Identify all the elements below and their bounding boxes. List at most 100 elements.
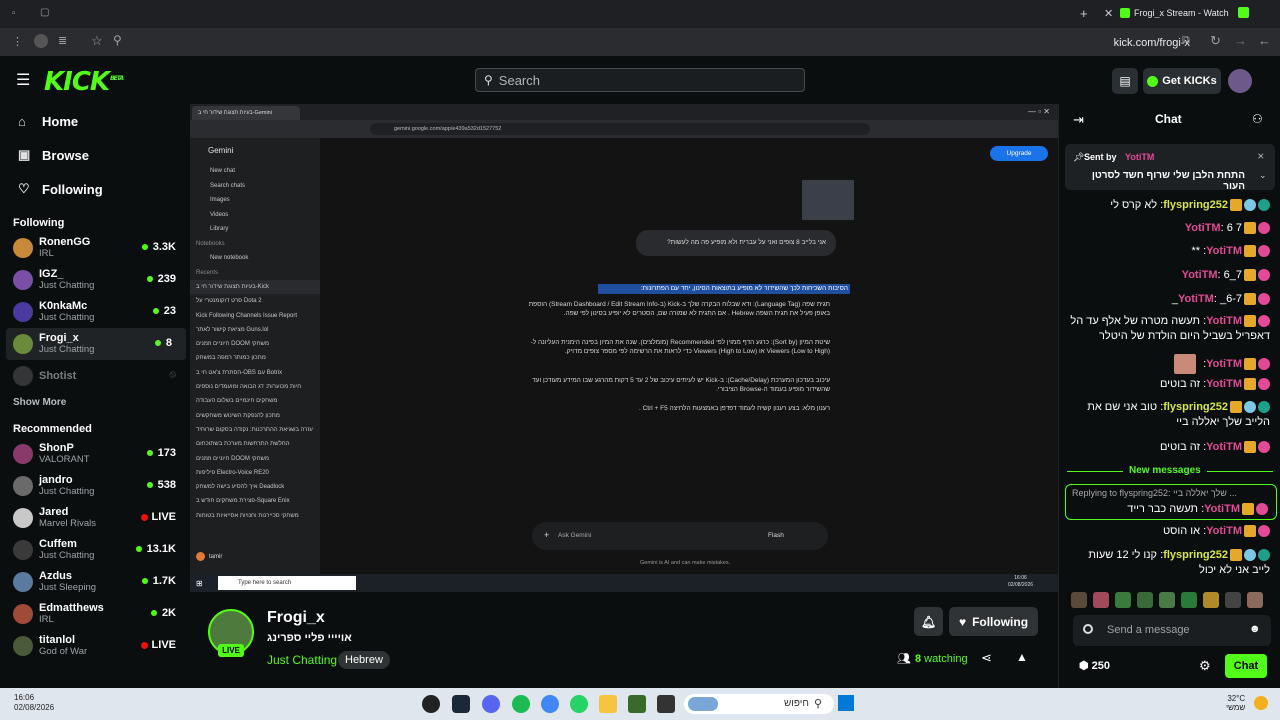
gemini-recent-item: משחקי סכיירנות וחנויות אסייאיות בטוחות — [196, 512, 299, 519]
hamburger-menu-icon[interactable]: ☰ — [16, 70, 30, 90]
report-icon[interactable]: ▲ — [1016, 650, 1028, 664]
spotify-icon[interactable] — [512, 695, 530, 713]
collapse-chat-icon[interactable]: ⇥ — [1073, 112, 1084, 128]
stream-category[interactable]: Just Chatting — [267, 653, 337, 667]
profile-icon[interactable] — [34, 34, 48, 48]
crown-badge-icon — [1244, 315, 1256, 328]
pink-badge-icon — [1258, 315, 1270, 328]
whatsapp-icon[interactable] — [570, 695, 588, 713]
streamer-name[interactable]: Frogi_x — [267, 609, 325, 627]
url-text[interactable]: kick.com/frogi-x — [1114, 37, 1190, 49]
chat-message[interactable]: YotiTM: זה בוטים — [1070, 440, 1270, 455]
kick-header: ☰ KICKBETA ⚲ Search ▤ Get KICKs — [0, 56, 1280, 104]
recommended-channel[interactable]: Jared Marvel Rivals LIVE — [0, 502, 190, 534]
channel-avatar — [13, 366, 33, 386]
menu-dots-icon[interactable]: ⋮ — [12, 35, 23, 48]
inner-taskbar: ⊞ Type here to search 16:06 02/08/2026 — [190, 574, 1058, 592]
chat-message[interactable]: YotiTM: 6_7 — [1070, 268, 1270, 283]
crown-badge-icon — [1244, 525, 1256, 538]
chat-message[interactable]: YotiTM: תעשה מטרה של אלף עד הל דאפריל בש… — [1070, 314, 1270, 344]
windows-search[interactable]: חיפוש ⚲ — [684, 694, 834, 714]
chat-settings-icon[interactable]: ⚙ — [1199, 658, 1211, 674]
zoom-icon[interactable]: ⚲ — [113, 33, 122, 47]
channel-avatar — [13, 476, 33, 496]
inner-browser-tabs: בעיות תצוגת שידור חי ב-Gemini — ▫ ✕ — [190, 104, 1058, 120]
chat-message[interactable]: YotiTM: או הוסט — [1070, 524, 1270, 539]
following-channel[interactable]: IGZ_ Just Chatting 239 — [0, 264, 190, 296]
show-more-button[interactable]: Show More — [0, 392, 190, 414]
chat-send-button[interactable]: Chat — [1225, 654, 1267, 678]
points-icon: ⬢ — [1079, 660, 1089, 672]
steam-icon[interactable] — [452, 695, 470, 713]
inner-taskbar-search: Type here to search — [218, 576, 356, 590]
chat-message[interactable]: YotiTM: ** — [1070, 244, 1270, 259]
forward-icon[interactable]: → — [1234, 33, 1247, 48]
gemini-recent-item: חיוניים וזמנים DOOM משחקי — [196, 455, 269, 462]
chat-users-icon[interactable]: ⚇ — [1252, 112, 1263, 126]
reply-message[interactable]: Replying to flyspring252: שלך יאללה ביי … — [1065, 484, 1277, 520]
send-message-input[interactable]: Send a message ☻ — [1073, 615, 1271, 646]
reader-mode-icon[interactable]: ≣ — [58, 34, 67, 47]
search-input[interactable]: ⚲ Search — [475, 68, 805, 92]
chrome-icon[interactable] — [541, 695, 559, 713]
gemini-question: אני בלייב 8 צופים ואני על עברית ולא מופי… — [636, 230, 836, 256]
minecraft-icon[interactable] — [628, 695, 646, 713]
back-icon[interactable]: ← — [1258, 33, 1271, 48]
app-icon[interactable] — [422, 695, 440, 713]
app2-icon[interactable] — [657, 695, 675, 713]
following-channel[interactable]: K0nkaMc Just Chatting 23 — [0, 296, 190, 328]
gemini-recents: Recents — [196, 269, 219, 276]
chat-message[interactable]: YotiTM: _6-7_ — [1070, 292, 1270, 307]
share-icon[interactable]: ⋖ — [981, 650, 992, 666]
kick-extension-icon[interactable] — [1238, 7, 1249, 18]
pinned-message[interactable]: 📌︎ Sent by YotiTM ⨯ התחת הלבן שלי שרוף ח… — [1065, 144, 1275, 192]
chat-message[interactable]: YotiTM: זה בוטים — [1070, 377, 1270, 392]
library-icon[interactable]: ▤ — [1112, 68, 1138, 94]
windows-start-icon[interactable] — [838, 695, 854, 711]
recommended-channel[interactable]: Azdus Just Sleeping 1.7K — [0, 566, 190, 598]
chat-message[interactable]: flyspring252: טוב אני שם את הלייב שלך יא… — [1070, 400, 1270, 430]
crown-badge-icon — [1244, 222, 1256, 235]
chat-message[interactable]: YotiTM: — [1070, 354, 1270, 374]
nav-home[interactable]: ⌂ Home — [0, 104, 190, 138]
weather[interactable]: 32°C שמשי — [1226, 694, 1245, 712]
notification-bell-icon[interactable]: 🔔︎ — [914, 607, 943, 636]
site-settings-icon[interactable]: ⧉ — [1182, 34, 1190, 47]
reload-icon[interactable]: ↻ — [1210, 33, 1221, 49]
kick-logo[interactable]: KICKBETA — [44, 67, 124, 97]
unpin-icon[interactable]: ⨯ — [1257, 151, 1265, 162]
close-tab-icon[interactable]: ✕ — [1104, 7, 1113, 20]
recommended-channel[interactable]: titanlol God of War LIVE — [0, 630, 190, 662]
following-button[interactable]: ♥ Following — [949, 607, 1038, 636]
recommended-channel[interactable]: Edmatthews IRL 2K — [0, 598, 190, 630]
nav-browse[interactable]: ▣ Browse — [0, 138, 190, 172]
chat-message[interactable]: YotiTM: 6 7 — [1070, 221, 1270, 236]
bookmark-star-icon[interactable]: ☆ — [91, 33, 103, 49]
bot-badge-icon — [1244, 401, 1256, 414]
nav-following[interactable]: ♡ Following — [0, 172, 190, 206]
file-explorer-icon[interactable] — [599, 695, 617, 713]
get-kicks-button[interactable]: Get KICKs — [1143, 68, 1221, 94]
chat-message[interactable]: flyspring252: קנו לי 12 שעות לייב אני לא… — [1070, 548, 1270, 578]
following-channel[interactable]: Shotist ⦸ — [0, 360, 190, 392]
tab-list-icon[interactable]: ▢ — [40, 7, 49, 18]
chat-message[interactable]: flyspring252: לא קרס לי — [1070, 198, 1270, 213]
recommended-channel[interactable]: Cuffem Just Chatting 13.1K — [0, 534, 190, 566]
chevron-down-icon[interactable]: ⌄ — [1259, 170, 1267, 181]
gemini-recent-item: משחקים חינמיים בשלום העבודה — [196, 398, 278, 405]
recommended-channel[interactable]: jandro Just Chatting 538 — [0, 470, 190, 502]
discord-icon[interactable] — [482, 695, 500, 713]
system-clock[interactable]: 16:06 02/08/2026 — [14, 693, 54, 713]
stream-video[interactable]: בעיות תצוגת שידור חי ב-Gemini — ▫ ✕ gemi… — [190, 104, 1058, 592]
browse-icon: ▣ — [18, 147, 31, 162]
new-tab-icon[interactable]: + — [1080, 6, 1088, 21]
emoji-icon[interactable]: ☻ — [1249, 623, 1261, 635]
active-tab-title[interactable]: Frogi_x Stream - Watch Liv... — [1134, 8, 1230, 18]
language-tag[interactable]: Hebrew — [338, 651, 390, 669]
window-menu-icon[interactable]: ▫ — [12, 8, 16, 19]
user-avatar[interactable] — [1228, 69, 1252, 93]
channel-points[interactable]: ⬢ 250 — [1079, 659, 1110, 672]
recommended-channel[interactable]: ShonP VALORANT 173 — [0, 438, 190, 470]
following-channel[interactable]: RonenGG IRL 3.3K — [0, 232, 190, 264]
following-channel[interactable]: Frogi_x Just Chatting 8 — [6, 328, 186, 360]
